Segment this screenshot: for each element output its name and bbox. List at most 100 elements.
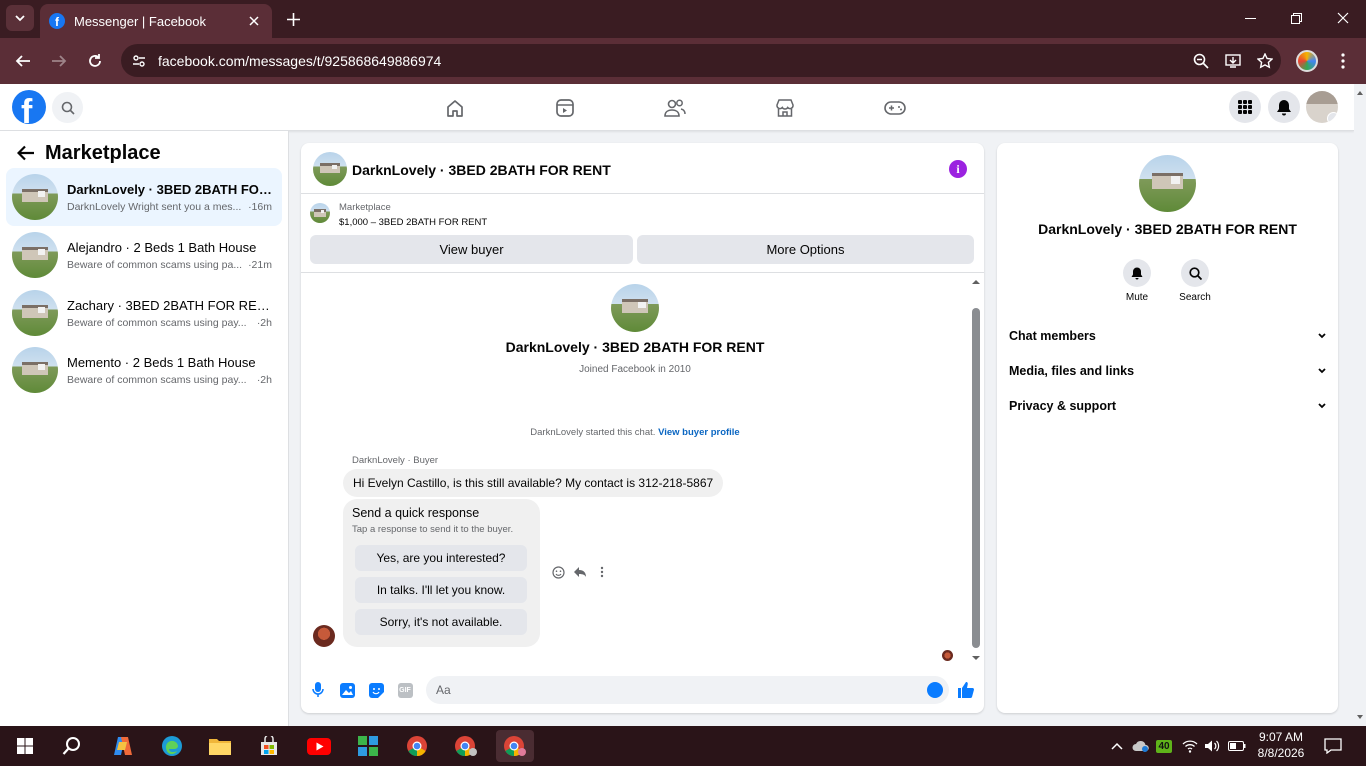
browser-tab[interactable]: f Messenger | Facebook <box>40 4 272 38</box>
battery-tray[interactable] <box>1226 736 1248 756</box>
green-grid-app[interactable] <box>349 730 387 762</box>
back-button[interactable] <box>14 141 38 165</box>
taskbar-clock[interactable]: 9:07 AM 8/8/2026 <box>1251 729 1311 761</box>
wifi-icon <box>1182 740 1198 753</box>
battery-app-tray[interactable]: 40 <box>1154 736 1174 756</box>
nav-home[interactable] <box>439 92 471 124</box>
file-explorer-app[interactable] <box>201 730 239 762</box>
microsoft-store-app[interactable] <box>250 730 288 762</box>
listing-thumbnail <box>12 232 58 278</box>
nav-gaming[interactable] <box>879 92 911 124</box>
arrow-right-icon <box>52 55 67 67</box>
nav-marketplace[interactable] <box>769 92 801 124</box>
nav-friends[interactable] <box>659 92 691 124</box>
chrome-active-app[interactable] <box>496 730 534 762</box>
quick-response-button[interactable]: Yes, are you interested? <box>355 545 527 571</box>
chat-avatar[interactable] <box>313 152 347 186</box>
volume-tray[interactable] <box>1202 736 1222 756</box>
page-scrollbar[interactable] <box>1354 84 1366 726</box>
like-button[interactable] <box>956 680 976 700</box>
bookmark-star-icon[interactable] <box>1249 46 1281 76</box>
address-bar[interactable]: facebook.com/messages/t/925868649886974 <box>121 44 1281 77</box>
quick-response-button[interactable]: In talks. I'll let you know. <box>355 577 527 603</box>
facebook-search-button[interactable] <box>52 92 83 123</box>
media-files-links-section[interactable]: Media, files and links <box>1009 360 1327 382</box>
chat-scrollbar[interactable] <box>971 276 981 664</box>
search-in-conversation-button[interactable]: Search <box>1165 259 1225 303</box>
menu-button[interactable] <box>1229 91 1261 123</box>
view-buyer-profile-link[interactable]: View buyer profile <box>658 427 740 438</box>
start-button[interactable] <box>6 730 44 762</box>
chat-info-avatar[interactable] <box>1139 155 1196 212</box>
chevron-up-icon <box>1111 742 1123 750</box>
url-text[interactable]: facebook.com/messages/t/925868649886974 <box>158 53 1185 69</box>
mute-label: Mute <box>1125 292 1149 303</box>
youtube-app[interactable] <box>300 730 338 762</box>
mute-button[interactable]: Mute <box>1107 259 1167 303</box>
chat-info-name: DarknLovely · 3BED 2BATH FOR RENT <box>1038 221 1297 237</box>
new-tab-button[interactable] <box>282 8 304 30</box>
taskbar-search-button[interactable] <box>53 730 91 762</box>
buyer-avatar[interactable] <box>611 284 659 332</box>
conversation-snippet: DarknLovely Wright sent you a mes... <box>67 200 242 213</box>
emoji-icon[interactable] <box>927 682 943 698</box>
reload-button[interactable] <box>81 47 109 75</box>
notifications-button[interactable] <box>1268 91 1300 123</box>
wifi-tray[interactable] <box>1180 736 1200 756</box>
notification-center-button[interactable] <box>1322 736 1344 756</box>
chat-members-section[interactable]: Chat members <box>1009 325 1327 347</box>
conversation-item[interactable]: Alejandro · 2 Beds 1 Bath House Beware o… <box>6 226 282 284</box>
listing-price-title[interactable]: $1,000 – 3BED 2BATH FOR RENT <box>339 217 487 228</box>
more-actions-button[interactable] <box>591 563 613 581</box>
sticker-button[interactable] <box>366 680 386 700</box>
chat-title[interactable]: DarknLovely · 3BED 2BATH FOR RENT <box>352 162 611 178</box>
message-bubble[interactable]: Hi Evelyn Castillo, is this still availa… <box>343 469 724 497</box>
quick-response-button[interactable]: Sorry, it's not available. <box>355 609 527 635</box>
forward-button[interactable] <box>45 47 73 75</box>
browser-menu-button[interactable] <box>1333 50 1353 72</box>
chrome-app[interactable] <box>398 730 436 762</box>
account-avatar[interactable] <box>1306 91 1338 123</box>
info-icon[interactable]: i <box>949 160 967 178</box>
nav-video[interactable] <box>549 92 581 124</box>
facebook-logo[interactable]: f <box>12 90 46 124</box>
site-info-icon[interactable] <box>124 46 154 76</box>
chrome-profile-app[interactable] <box>447 730 485 762</box>
onedrive-tray[interactable] <box>1130 736 1152 756</box>
install-app-icon[interactable] <box>1217 46 1249 76</box>
message-composer: GIF Aa <box>301 674 984 704</box>
voice-clip-button[interactable] <box>308 680 328 700</box>
react-button[interactable] <box>547 563 569 581</box>
close-window-button[interactable] <box>1320 0 1366 36</box>
listing-thumbnail <box>310 203 330 223</box>
browser-profile-avatar[interactable] <box>1296 50 1318 72</box>
tab-search-button[interactable] <box>6 5 34 31</box>
view-buyer-button[interactable]: View buyer <box>310 235 633 264</box>
microphone-icon <box>312 682 324 697</box>
plus-icon <box>286 12 300 26</box>
conversation-item[interactable]: Zachary · 3BED 2BATH FOR RENT Beware of … <box>6 284 282 342</box>
restore-button[interactable] <box>1273 0 1319 36</box>
conversation-time: ·2h <box>256 316 272 329</box>
browser-toolbar: facebook.com/messages/t/925868649886974 <box>0 38 1366 84</box>
reply-button[interactable] <box>569 563 591 581</box>
smiley-icon <box>551 565 565 579</box>
more-options-button[interactable]: More Options <box>637 235 974 264</box>
zoom-icon[interactable] <box>1185 46 1217 76</box>
copilot-app[interactable] <box>104 730 142 762</box>
edge-app[interactable] <box>153 730 191 762</box>
tab-close-button[interactable] <box>244 11 264 31</box>
show-hidden-icons[interactable] <box>1108 736 1126 756</box>
privacy-support-section[interactable]: Privacy & support <box>1009 395 1327 417</box>
sender-avatar[interactable] <box>313 625 335 647</box>
gif-button[interactable]: GIF <box>395 680 415 700</box>
back-button[interactable] <box>9 47 37 75</box>
conversation-item[interactable]: Memento · 2 Beds 1 Bath House Beware of … <box>6 341 282 399</box>
search-icon <box>61 101 75 115</box>
message-input[interactable]: Aa <box>426 676 949 704</box>
sticker-icon <box>368 682 384 698</box>
arrow-left-icon <box>17 145 34 161</box>
conversation-item[interactable]: DarknLovely · 3BED 2BATH FOR RE... Darkn… <box>6 168 282 226</box>
attach-photo-button[interactable] <box>337 680 357 700</box>
minimize-button[interactable] <box>1227 0 1273 36</box>
